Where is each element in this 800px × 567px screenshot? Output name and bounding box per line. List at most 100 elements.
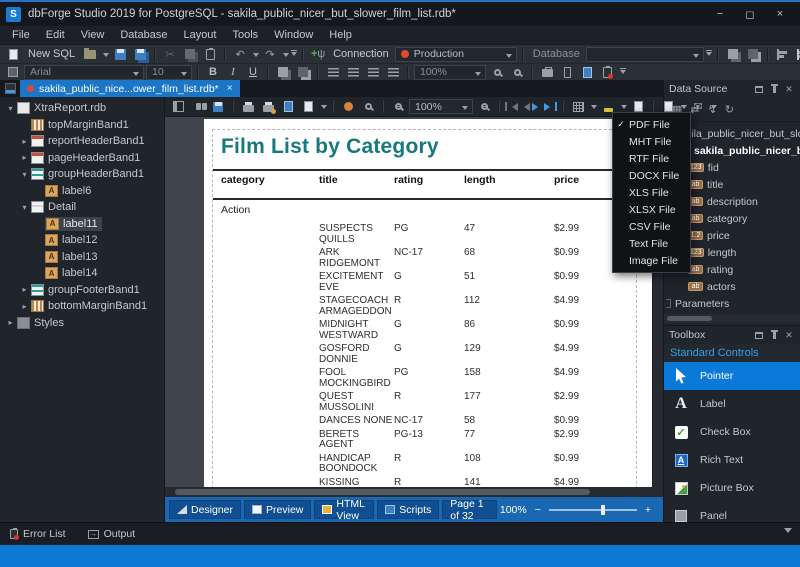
menu-item-image-file[interactable]: Image File [613, 252, 690, 269]
underline-button[interactable]: U [244, 65, 262, 80]
menu-file[interactable]: File [4, 26, 38, 44]
multiple-pages-dropdown-icon[interactable] [591, 105, 597, 112]
datasource-scrollbar[interactable] [664, 314, 800, 323]
align-left-edges-button[interactable] [774, 47, 792, 62]
menu-item-xlsx-file[interactable]: XLSX File [613, 201, 690, 218]
tree-item-detail[interactable]: ▾Detail [0, 199, 164, 216]
toolbox-item-checkbox[interactable]: ✓Check Box [664, 418, 800, 446]
send-email-button[interactable]: ✉ [689, 99, 707, 114]
save-all-button[interactable] [131, 47, 149, 62]
align-text-center-button[interactable] [344, 65, 362, 80]
close-panel-icon[interactable]: ✕ [783, 83, 795, 95]
scale-button[interactable] [299, 99, 317, 114]
toolbox-item-richtext[interactable]: ARich Text [664, 446, 800, 474]
open-file-button[interactable] [81, 47, 99, 62]
tab-designer[interactable]: Designer [169, 500, 241, 519]
magnifier-button[interactable] [359, 99, 377, 114]
error-list-tab[interactable]: Error List [6, 523, 70, 545]
menu-window[interactable]: Window [266, 26, 321, 44]
window-position-icon[interactable] [753, 83, 765, 95]
expander-icon[interactable] [666, 299, 671, 308]
toolbox-item-panel[interactable]: Panel [664, 502, 800, 522]
copy-button[interactable] [181, 47, 199, 62]
maximize-button[interactable]: ◻ [736, 4, 764, 24]
save-report-button[interactable] [209, 99, 227, 114]
output-tab[interactable]: → Output [84, 523, 140, 545]
font-name-select[interactable]: Arial [24, 65, 144, 80]
tree-item-pageheaderband[interactable]: ▸pageHeaderBand1 [0, 150, 164, 167]
tab-scripts[interactable]: Scripts [377, 500, 439, 519]
bring-to-front-button[interactable] [724, 47, 742, 62]
align-text-right-button[interactable] [364, 65, 382, 80]
menu-item-rtf-file[interactable]: RTF File [613, 150, 690, 167]
tab-close-icon[interactable]: × [227, 83, 233, 94]
tree-item-bottommarginband[interactable]: ▸bottomMarginBand1 [0, 298, 164, 315]
zoom-minus-button[interactable]: − [535, 504, 541, 516]
page-setup-button[interactable] [279, 99, 297, 114]
save-button[interactable] [111, 47, 129, 62]
toolbox-item-pointer[interactable]: Pointer [664, 362, 800, 390]
pin-icon[interactable] [768, 329, 780, 341]
export-dropdown-icon[interactable] [681, 105, 687, 112]
layer-front-button[interactable] [274, 65, 292, 80]
scrollbar-thumb[interactable] [175, 489, 590, 495]
tree-item-groupfooterband[interactable]: ▸groupFooterBand1 [0, 282, 164, 299]
horizontal-scrollbar[interactable] [165, 487, 663, 497]
send-email-dropdown-icon[interactable] [711, 105, 717, 112]
preview-canvas[interactable]: Film List by Category category title rat… [165, 117, 663, 487]
search-button[interactable] [189, 99, 207, 114]
format-painter-button[interactable] [4, 65, 22, 80]
tab-html-view[interactable]: HTML View [314, 500, 374, 519]
zoom-out-preview-button[interactable] [389, 99, 407, 114]
tree-item-label14[interactable]: label14 [0, 265, 164, 282]
tree-item-label6[interactable]: label6 [0, 183, 164, 200]
close-panel-icon[interactable]: ✕ [783, 329, 795, 341]
report-button[interactable] [578, 65, 596, 80]
toolbox-item-label[interactable]: ALabel [664, 390, 800, 418]
field-actors[interactable]: abactors [664, 278, 800, 295]
minimize-button[interactable]: − [706, 4, 734, 24]
database-select[interactable] [586, 47, 704, 62]
open-file-dropdown-icon[interactable] [103, 53, 109, 60]
menu-database[interactable]: Database [112, 26, 175, 44]
page-color-dropdown-icon[interactable] [621, 105, 627, 112]
bold-button[interactable]: B [204, 65, 222, 80]
undo-button[interactable]: ↶ [231, 47, 249, 62]
close-button[interactable]: × [766, 4, 794, 24]
menu-help[interactable]: Help [321, 26, 360, 44]
window-position-icon[interactable] [753, 329, 765, 341]
device-button[interactable] [558, 65, 576, 80]
toolbox-section-header[interactable]: Standard Controls [664, 344, 800, 362]
previous-page-button[interactable] [520, 99, 530, 114]
toolbar-overflow-icon[interactable] [706, 48, 712, 60]
tree-item-topmarginband[interactable]: topMarginBand1 [0, 117, 164, 134]
zoom-plus-button[interactable]: + [645, 504, 651, 516]
font-size-select[interactable]: 10 [146, 65, 192, 80]
menu-item-text-file[interactable]: Text File [613, 235, 690, 252]
toolbox-item-picturebox[interactable]: Picture Box [664, 474, 800, 502]
cut-button[interactable]: ✂ [161, 47, 179, 62]
project-button[interactable] [538, 65, 556, 80]
align-text-justify-button[interactable] [384, 65, 402, 80]
zoom-slider[interactable] [549, 509, 637, 511]
menu-tools[interactable]: Tools [224, 26, 266, 44]
connection-select[interactable]: Production [395, 47, 517, 62]
menu-item-mht-file[interactable]: MHT File [613, 133, 690, 150]
hand-tool-button[interactable] [339, 99, 357, 114]
zoom-in-button[interactable] [488, 65, 506, 80]
zoom-in-preview-button[interactable] [475, 99, 493, 114]
tree-item-label11-selected[interactable]: label11 [0, 216, 164, 233]
tree-item-styles[interactable]: ▸Styles [0, 315, 164, 332]
zoom-slider-thumb[interactable] [601, 505, 605, 515]
document-list-icon[interactable] [0, 80, 20, 97]
toolbar-overflow-icon[interactable] [291, 48, 297, 60]
tree-item-reportheaderband[interactable]: ▸reportHeaderBand1 [0, 133, 164, 150]
quick-print-button[interactable] [259, 99, 277, 114]
undo-dropdown-icon[interactable] [253, 53, 259, 60]
pin-icon[interactable] [768, 83, 780, 95]
italic-button[interactable]: I [224, 65, 242, 80]
thumbnails-button[interactable] [169, 99, 187, 114]
first-page-button[interactable] [505, 99, 518, 114]
tree-item-xtrareport[interactable]: ▾XtraReport.rdb [0, 100, 164, 117]
align-text-left-button[interactable] [324, 65, 342, 80]
